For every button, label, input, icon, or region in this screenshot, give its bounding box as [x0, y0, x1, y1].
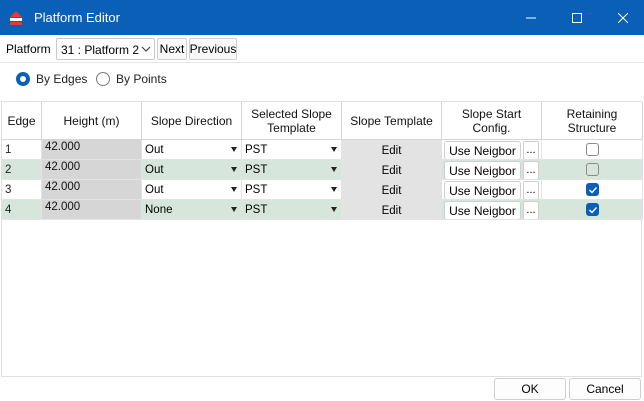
use-neighbor-button[interactable]: Use Neigbor: [444, 141, 521, 159]
slope-direction-select[interactable]: None: [142, 200, 242, 220]
selected-template-value: PST: [245, 143, 268, 156]
table-row: 2 42.000 Out PST Edit Use Neigbor ...: [2, 160, 643, 180]
header-selected-slope-template: Selected Slope Template: [242, 102, 342, 140]
selected-template-value: PST: [245, 183, 268, 196]
table-row: 3 42.000 Out PST Edit Use Neigbor ...: [2, 180, 643, 200]
edit-label: Edit: [381, 145, 402, 157]
platform-label: Platform: [6, 42, 51, 56]
slope-direction-value: Out: [145, 143, 164, 156]
edit-template-button[interactable]: Edit: [342, 140, 442, 160]
slope-direction-value: Out: [145, 183, 164, 196]
more-options-button[interactable]: ...: [523, 181, 539, 199]
app-icon: [8, 8, 24, 26]
slope-direction-select[interactable]: Out: [142, 140, 242, 160]
edges-grid: Edge Height (m) Slope Direction Selected…: [1, 101, 643, 377]
header-edge: Edge: [2, 102, 42, 140]
retaining-cell: [542, 140, 643, 160]
table-row: 1 42.000 Out PST Edit Use Neigbor ...: [2, 140, 643, 160]
slope-direction-select[interactable]: Out: [142, 160, 242, 180]
header-slope-direction: Slope Direction: [142, 102, 242, 140]
selected-template-value: PST: [245, 163, 268, 176]
more-options-button[interactable]: ...: [523, 141, 539, 159]
chevron-down-icon: [141, 46, 151, 52]
height-cell[interactable]: 42.000: [42, 160, 142, 180]
checkmark-icon: [589, 207, 598, 214]
dropdown-arrow-icon: [331, 187, 337, 192]
more-options-button[interactable]: ...: [523, 201, 539, 219]
dropdown-arrow-icon: [231, 147, 237, 152]
maximize-icon: [572, 12, 582, 23]
retaining-cell: [542, 160, 643, 180]
retaining-checkbox[interactable]: [586, 143, 599, 156]
edge-cell: 4: [2, 200, 42, 220]
edit-template-button[interactable]: Edit: [342, 160, 442, 180]
minimize-icon: [526, 17, 536, 18]
header-height: Height (m): [42, 102, 142, 140]
dropdown-arrow-icon: [331, 147, 337, 152]
edit-label: Edit: [381, 205, 402, 217]
use-neighbor-button[interactable]: Use Neigbor: [444, 181, 521, 199]
edge-cell: 3: [2, 180, 42, 200]
dropdown-arrow-icon: [231, 207, 237, 212]
more-options-button[interactable]: ...: [523, 161, 539, 179]
retaining-checkbox[interactable]: [586, 183, 599, 196]
edge-cell: 2: [2, 160, 42, 180]
table-row: 4 42.000 None PST Edit Use Neigbor ...: [2, 200, 643, 220]
platform-select[interactable]: 31 : Platform 2: [56, 38, 155, 60]
dropdown-arrow-icon: [231, 187, 237, 192]
previous-button[interactable]: Previous: [189, 38, 237, 60]
height-cell[interactable]: 42.000: [42, 140, 142, 160]
by-points-label: By Points: [116, 72, 167, 86]
height-cell[interactable]: 42.000: [42, 180, 142, 200]
by-edges-label: By Edges: [36, 72, 88, 86]
ok-button[interactable]: OK: [494, 378, 566, 400]
title-bar: Platform Editor: [0, 0, 644, 35]
slope-start-cell: Use Neigbor ...: [442, 140, 542, 160]
header-retaining-structure: Retaining Structure: [542, 102, 643, 140]
selected-template-value: PST: [245, 203, 268, 216]
slope-start-cell: Use Neigbor ...: [442, 160, 542, 180]
edit-template-button[interactable]: Edit: [342, 200, 442, 220]
slope-start-cell: Use Neigbor ...: [442, 180, 542, 200]
dropdown-arrow-icon: [331, 207, 337, 212]
radio-unchecked-icon: [96, 72, 110, 86]
retaining-checkbox[interactable]: [586, 163, 599, 176]
edit-label: Edit: [381, 165, 402, 177]
selected-template-select[interactable]: PST: [242, 160, 342, 180]
toolbar: Platform 31 : Platform 2 Next Previous: [0, 35, 644, 63]
retaining-cell: [542, 200, 643, 220]
edit-label: Edit: [381, 185, 402, 197]
selected-template-select[interactable]: PST: [242, 140, 342, 160]
slope-direction-value: None: [145, 203, 173, 216]
by-points-radio[interactable]: By Points: [96, 72, 167, 86]
header-slope-start-config: Slope Start Config.: [442, 102, 542, 140]
edit-template-button[interactable]: Edit: [342, 180, 442, 200]
window-title: Platform Editor: [34, 10, 120, 25]
header-slope-template: Slope Template: [342, 102, 442, 140]
selected-template-select[interactable]: PST: [242, 180, 342, 200]
radio-checked-icon: [16, 72, 30, 86]
height-cell[interactable]: 42.000: [42, 200, 142, 220]
use-neighbor-button[interactable]: Use Neigbor: [444, 161, 521, 179]
next-button[interactable]: Next: [157, 38, 187, 60]
dropdown-arrow-icon: [331, 167, 337, 172]
maximize-button[interactable]: [554, 0, 600, 35]
use-neighbor-button[interactable]: Use Neigbor: [444, 201, 521, 219]
edge-cell: 1: [2, 140, 42, 160]
slope-start-cell: Use Neigbor ...: [442, 200, 542, 220]
platform-select-value: 31 : Platform 2: [61, 43, 140, 57]
slope-direction-value: Out: [145, 163, 164, 176]
dropdown-arrow-icon: [231, 167, 237, 172]
retaining-checkbox[interactable]: [586, 203, 599, 216]
close-button[interactable]: [600, 0, 644, 35]
slope-direction-select[interactable]: Out: [142, 180, 242, 200]
checkmark-icon: [589, 187, 598, 194]
retaining-cell: [542, 180, 643, 200]
toolbar-divider: [0, 62, 644, 63]
by-edges-radio[interactable]: By Edges: [16, 72, 87, 86]
minimize-button[interactable]: [508, 0, 554, 35]
selected-template-select[interactable]: PST: [242, 200, 342, 220]
close-icon: [618, 12, 628, 23]
cancel-button[interactable]: Cancel: [569, 378, 641, 400]
